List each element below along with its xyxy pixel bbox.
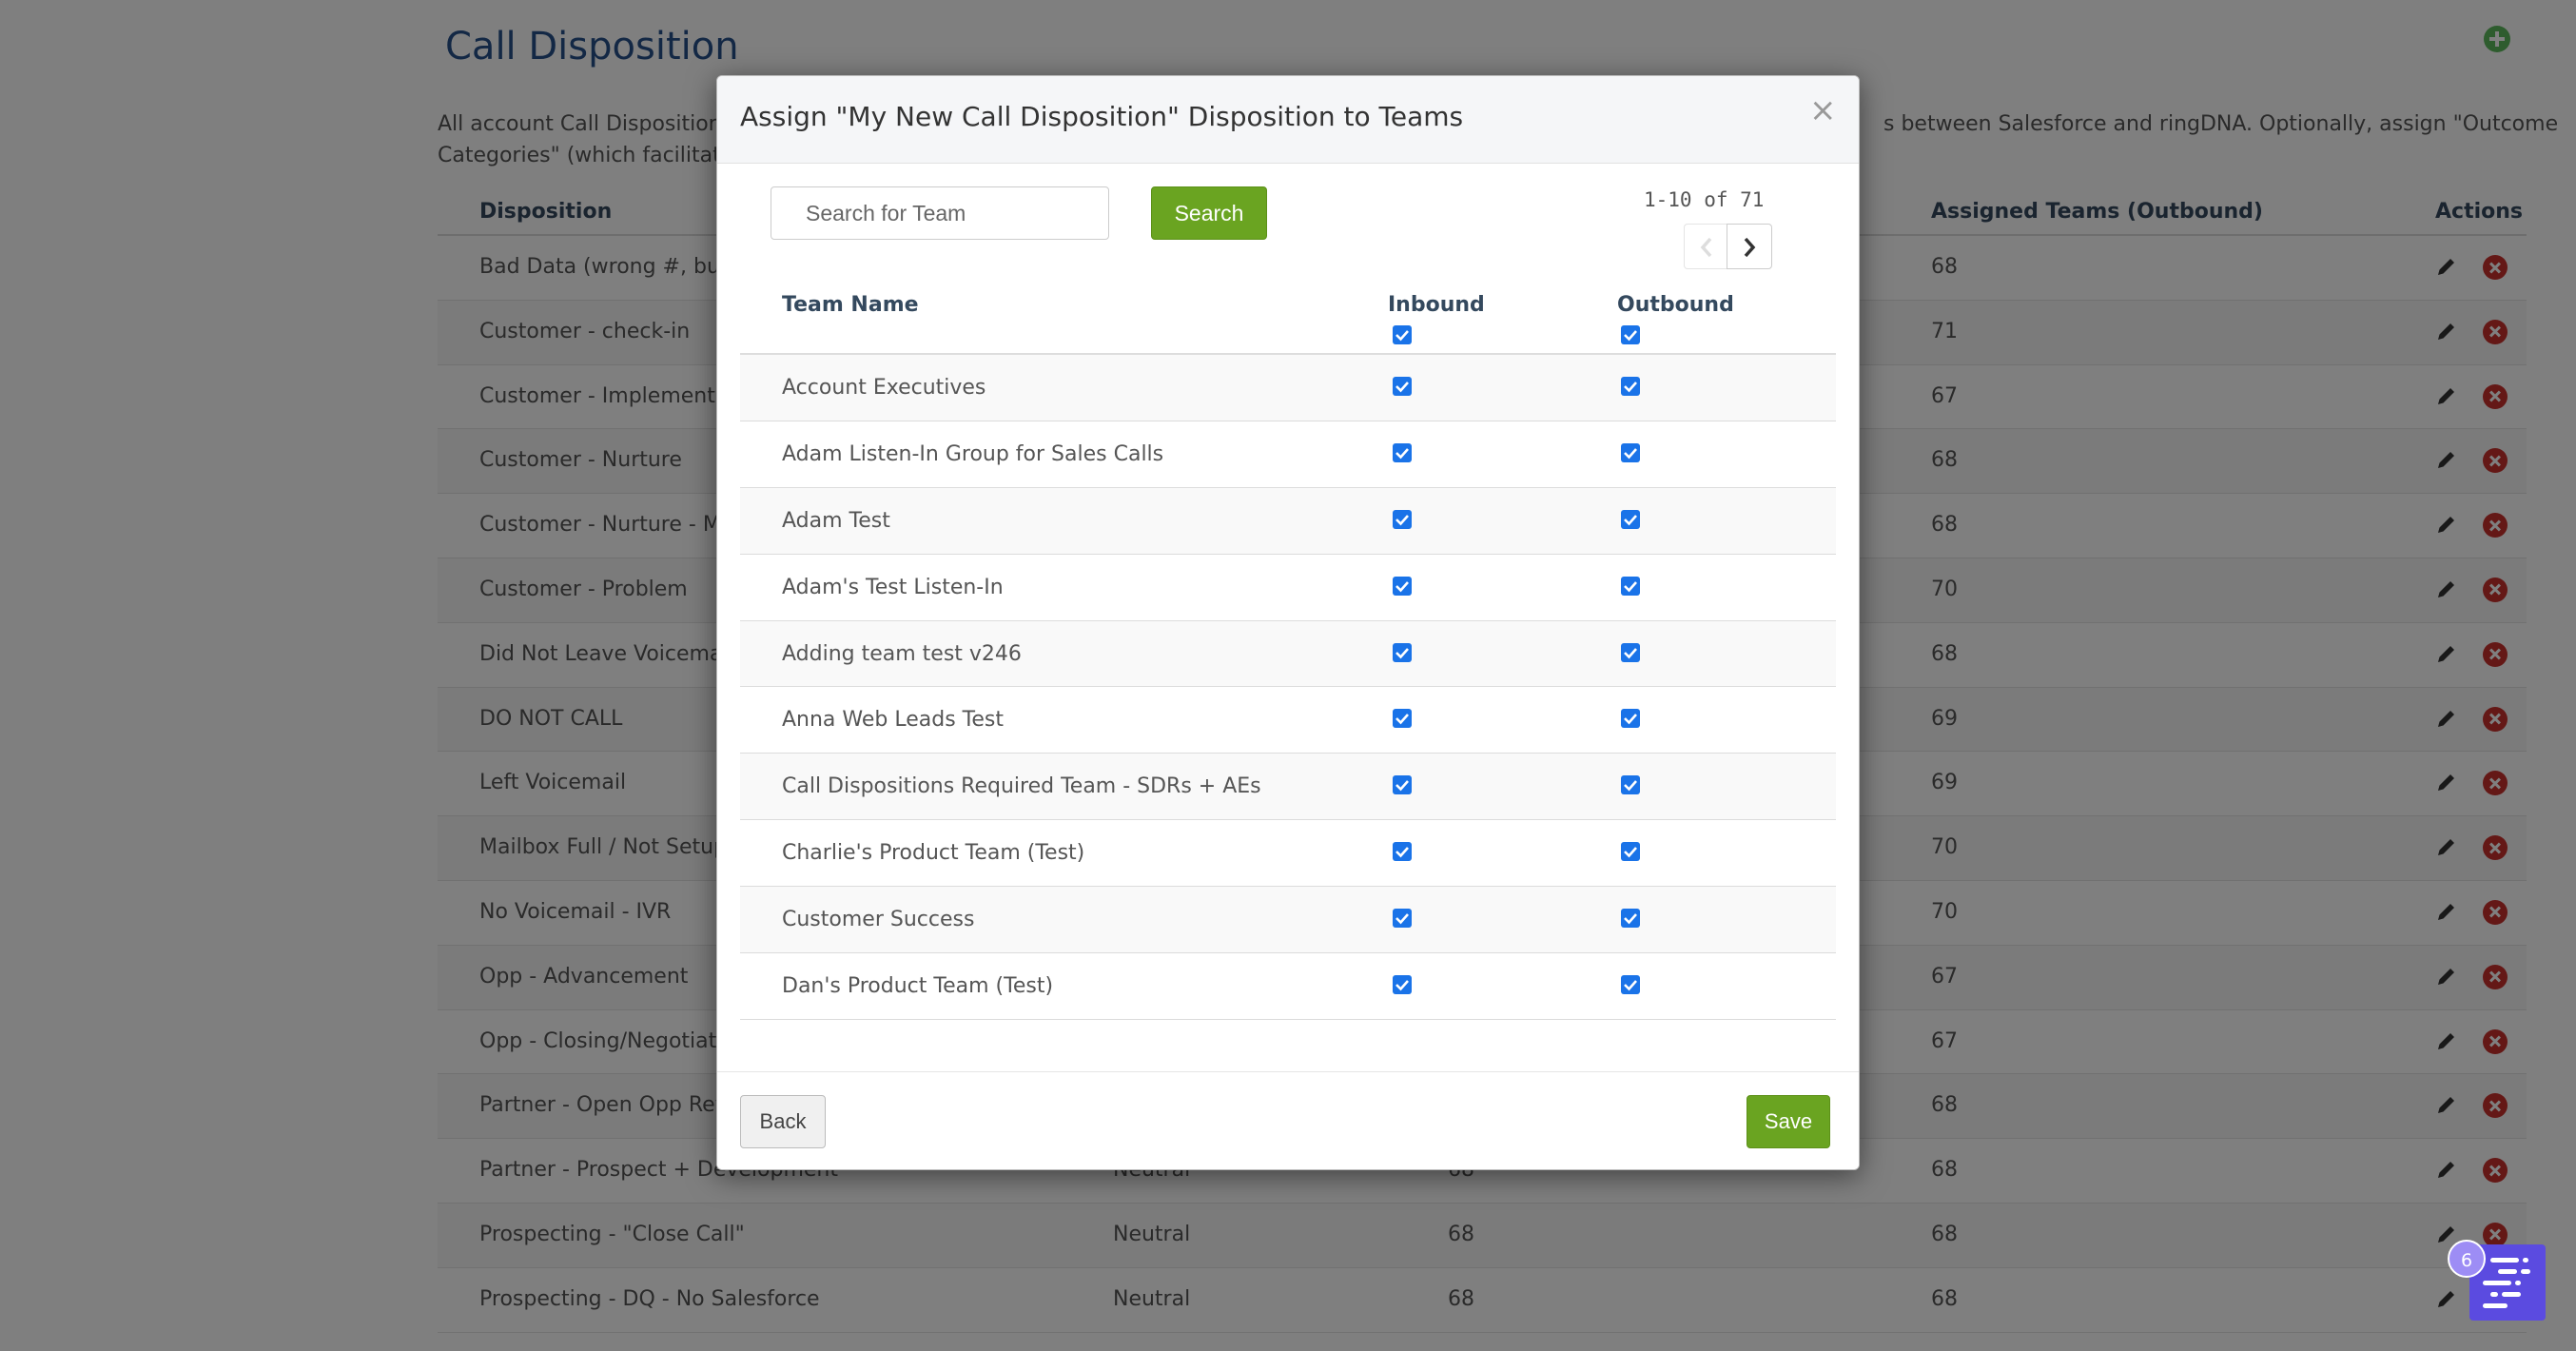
- select-all-outbound-checkbox[interactable]: [1621, 325, 1640, 344]
- team-row: Call Dispositions Required Team - SDRs +…: [740, 754, 1836, 821]
- teams-table: Team Name Inbound Outbound Account Execu…: [740, 276, 1836, 1020]
- pagination-summary: 1-10 of 71: [1644, 188, 1765, 211]
- outbound-checkbox[interactable]: [1621, 642, 1640, 662]
- team-row: Adam's Test Listen-In: [740, 555, 1836, 621]
- column-outbound: Outbound: [1617, 293, 1734, 317]
- inbound-checkbox[interactable]: [1393, 709, 1412, 729]
- team-search-input[interactable]: [771, 186, 1109, 240]
- inbound-checkbox[interactable]: [1393, 975, 1412, 995]
- search-button[interactable]: Search: [1151, 186, 1267, 240]
- team-name: Call Dispositions Required Team - SDRs +…: [782, 774, 1261, 799]
- outbound-checkbox[interactable]: [1621, 909, 1640, 929]
- team-name: Adding team test v246: [782, 641, 1022, 666]
- close-icon[interactable]: ×: [1809, 91, 1837, 129]
- team-name: Anna Web Leads Test: [782, 708, 1004, 733]
- team-name: Adam's Test Listen-In: [782, 575, 1004, 599]
- select-all-inbound-checkbox[interactable]: [1393, 325, 1412, 344]
- inbound-checkbox[interactable]: [1393, 509, 1412, 529]
- team-row: Adam Test: [740, 487, 1836, 555]
- inbound-checkbox[interactable]: [1393, 442, 1412, 462]
- back-button[interactable]: Back: [740, 1095, 826, 1148]
- team-row: Adam Listen-In Group for Sales Calls: [740, 421, 1836, 488]
- inbound-checkbox[interactable]: [1393, 775, 1412, 795]
- inbound-checkbox[interactable]: [1393, 909, 1412, 929]
- chevron-left-icon: [1700, 237, 1712, 258]
- notification-badge: 6: [2448, 1240, 2486, 1278]
- outbound-checkbox[interactable]: [1621, 509, 1640, 529]
- team-name: Charlie's Product Team (Test): [782, 841, 1085, 866]
- outbound-checkbox[interactable]: [1621, 975, 1640, 995]
- pagination-next-button[interactable]: [1727, 224, 1772, 269]
- outbound-checkbox[interactable]: [1621, 576, 1640, 596]
- team-row: Dan's Product Team (Test): [740, 953, 1836, 1020]
- modal-footer: Back Save: [717, 1071, 1859, 1169]
- inbound-checkbox[interactable]: [1393, 576, 1412, 596]
- modal-header: Assign "My New Call Disposition" Disposi…: [717, 76, 1859, 164]
- modal-title: Assign "My New Call Disposition" Disposi…: [740, 101, 1464, 132]
- team-name: Customer Success: [782, 908, 975, 932]
- team-name: Adam Listen-In Group for Sales Calls: [782, 441, 1164, 466]
- outbound-checkbox[interactable]: [1621, 377, 1640, 396]
- outbound-checkbox[interactable]: [1621, 442, 1640, 462]
- outbound-checkbox[interactable]: [1621, 842, 1640, 862]
- teams-table-header: Team Name Inbound Outbound: [740, 276, 1836, 355]
- chevron-right-icon: [1744, 237, 1756, 258]
- team-row: Customer Success: [740, 887, 1836, 954]
- team-row: Charlie's Product Team (Test): [740, 820, 1836, 888]
- column-inbound: Inbound: [1388, 293, 1485, 317]
- teams-table-body: Account Executives Adam Listen-In Group f…: [740, 355, 1836, 1020]
- inbound-checkbox[interactable]: [1393, 642, 1412, 662]
- outbound-checkbox[interactable]: [1621, 775, 1640, 795]
- inbound-checkbox[interactable]: [1393, 842, 1412, 862]
- team-row: Account Executives: [740, 355, 1836, 421]
- team-name: Dan's Product Team (Test): [782, 974, 1054, 999]
- assign-teams-modal: Assign "My New Call Disposition" Disposi…: [716, 75, 1860, 1170]
- outbound-checkbox[interactable]: [1621, 709, 1640, 729]
- team-row: Adding team test v246: [740, 620, 1836, 688]
- team-name: Account Executives: [782, 376, 986, 400]
- column-team-name: Team Name: [782, 293, 919, 317]
- save-button[interactable]: Save: [1747, 1095, 1830, 1148]
- team-row: Anna Web Leads Test: [740, 687, 1836, 754]
- pagination-prev-button[interactable]: [1684, 224, 1727, 269]
- team-name: Adam Test: [782, 508, 890, 533]
- inbound-checkbox[interactable]: [1393, 377, 1412, 396]
